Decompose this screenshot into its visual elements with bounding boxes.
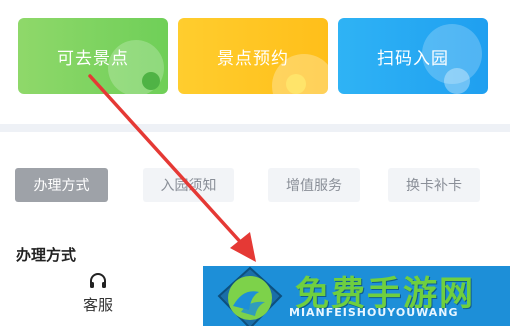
card-decoration [444, 68, 470, 94]
card-label: 扫码入园 [377, 48, 449, 69]
headset-icon [90, 273, 106, 288]
tab-entry-notice[interactable]: 入园须知 [143, 168, 234, 202]
customer-service-label: 客服 [82, 296, 113, 314]
card-scan-entry[interactable]: 扫码入园 [338, 18, 488, 94]
card-label: 景点预约 [217, 48, 289, 69]
tab-handling-method[interactable]: 办理方式 [15, 168, 108, 202]
card-reservation[interactable]: 景点预约 [178, 18, 328, 94]
tab-value-added-services[interactable]: 增值服务 [268, 168, 360, 202]
watermark-banner: 免费手游网 MIANFEISHOUYOUWANG [203, 266, 510, 326]
watermark-subtext: MIANFEISHOUYOUWANG [289, 306, 459, 319]
customer-service-button[interactable]: 客服 [62, 268, 134, 324]
card-decoration [286, 74, 306, 94]
card-decoration [142, 72, 160, 90]
card-attractions[interactable]: 可去景点 [18, 18, 168, 94]
card-label: 可去景点 [57, 48, 129, 69]
section-divider [0, 124, 510, 132]
tab-card-replacement[interactable]: 换卡补卡 [388, 168, 480, 202]
watermark-logo-icon [217, 266, 283, 326]
section-title: 办理方式 [16, 246, 77, 264]
